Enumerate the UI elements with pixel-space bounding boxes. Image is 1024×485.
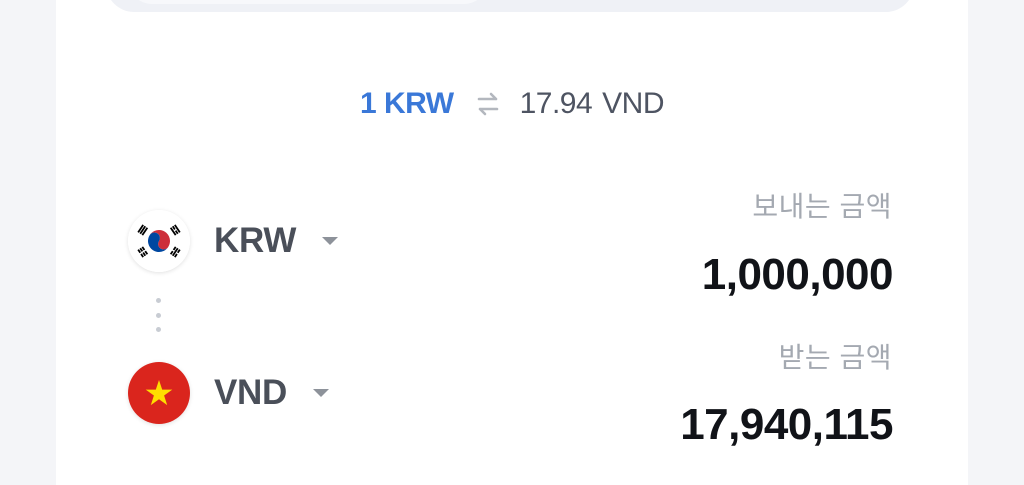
top-tab-bar <box>106 0 914 12</box>
receive-currency-selector[interactable]: VND <box>128 362 331 424</box>
send-currency-code: KRW <box>214 221 297 260</box>
vietnam-flag-icon <box>128 362 190 424</box>
top-tab-selected[interactable] <box>128 0 488 4</box>
receive-amount-value[interactable]: 17,940,115 <box>680 400 893 450</box>
rate-to-value: 17.94 <box>519 87 593 120</box>
send-amount-input[interactable]: 1,000,000 <box>702 250 894 300</box>
send-currency-selector[interactable]: KRW <box>128 210 340 272</box>
connector-dots <box>156 298 162 332</box>
rate-to: 17.94 VND <box>519 87 665 121</box>
send-amount-label: 보내는 금액 <box>752 191 892 222</box>
chevron-down-icon[interactable] <box>311 387 331 399</box>
receive-amount-label: 받는 금액 <box>778 342 892 373</box>
south-korea-flag-icon <box>128 210 190 272</box>
receive-currency-code: VND <box>214 373 287 412</box>
exchange-rate-line: 1 KRW 17.94 VND <box>56 83 968 125</box>
converter-card: 1 KRW 17.94 VND KRW VND 보내는 금액 1,000,000… <box>56 0 968 485</box>
rate-from: 1 KRW <box>359 87 454 120</box>
rate-to-currency: VND <box>602 87 665 120</box>
chevron-down-icon[interactable] <box>320 235 340 247</box>
swap-arrows-icon[interactable] <box>474 90 502 118</box>
